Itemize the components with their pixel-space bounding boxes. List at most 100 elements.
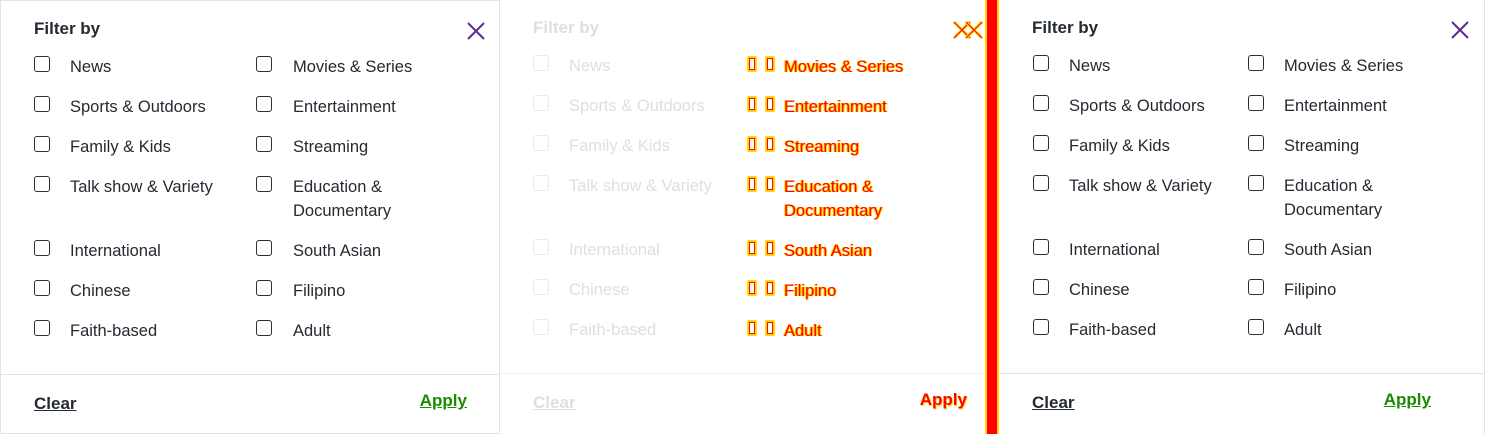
checkbox[interactable] [34, 280, 50, 296]
filter-label: News [1069, 57, 1111, 75]
checkbox[interactable] [533, 239, 549, 255]
checkbox[interactable] [747, 240, 757, 256]
filter-label: News [569, 57, 611, 75]
clear-button[interactable]: Clear [34, 394, 77, 414]
checkbox[interactable] [1033, 55, 1049, 71]
filter-label: News [70, 58, 112, 76]
filter-label: Movies & Series [1284, 57, 1404, 75]
filter-label: Adult [293, 322, 331, 340]
apply-button[interactable]: Apply [920, 390, 967, 410]
filter-label-line2: Documentary [1284, 201, 1383, 219]
filter-label: Entertainment [293, 98, 396, 116]
checkbox[interactable] [533, 319, 549, 335]
checkbox[interactable] [747, 320, 757, 336]
checkbox[interactable] [533, 95, 549, 111]
checkbox[interactable] [533, 135, 549, 151]
filter-label: Movies & Series [784, 58, 904, 76]
filter-label: Education & [784, 178, 873, 196]
checkbox-ghost [765, 240, 775, 256]
checkbox[interactable] [1033, 95, 1049, 111]
checkbox[interactable] [1248, 279, 1264, 295]
checkbox-ghost [765, 176, 775, 192]
clear-button[interactable]: Clear [1032, 393, 1075, 413]
checkbox-ghost [765, 136, 775, 152]
filter-label: Education & [1284, 177, 1373, 195]
checkbox[interactable] [1033, 319, 1049, 335]
checkbox[interactable] [1248, 175, 1264, 191]
checkbox[interactable] [533, 279, 549, 295]
checkbox[interactable] [256, 96, 272, 112]
checkbox[interactable] [256, 320, 272, 336]
filter-label: South Asian [784, 242, 873, 260]
checkbox[interactable] [747, 96, 757, 112]
filter-label: Streaming [1284, 137, 1360, 155]
filter-panel-1: Filter by News Sports & Outdoors Family … [0, 0, 500, 434]
filter-label: Faith-based [70, 322, 158, 340]
filter-label: Family & Kids [70, 138, 171, 156]
checkbox[interactable] [256, 240, 272, 256]
checkbox[interactable] [34, 240, 50, 256]
filter-label: Movies & Series [293, 58, 413, 76]
filter-label: South Asian [293, 242, 382, 260]
checkbox[interactable] [34, 320, 50, 336]
filter-label-line2: Documentary [293, 202, 392, 220]
checkbox[interactable] [1248, 135, 1264, 151]
filter-label: Streaming [293, 138, 369, 156]
apply-button[interactable]: Apply [1384, 390, 1431, 410]
filter-footer: Clear Apply [999, 373, 1484, 435]
filter-label: Talk show & Variety [1069, 177, 1212, 195]
filter-label: Family & Kids [569, 137, 670, 155]
filter-title: Filter by [34, 19, 101, 38]
checkbox[interactable] [1033, 135, 1049, 151]
filter-label: Chinese [70, 282, 131, 300]
filter-label: International [70, 242, 161, 260]
checkbox[interactable] [1248, 55, 1264, 71]
filter-label: Filipino [1284, 281, 1337, 299]
checkbox[interactable] [1248, 239, 1264, 255]
checkbox[interactable] [747, 56, 757, 72]
filter-label: Talk show & Variety [70, 178, 213, 196]
filter-label: Faith-based [569, 321, 657, 339]
checkbox[interactable] [1033, 239, 1049, 255]
highlight-divider [985, 0, 999, 434]
checkbox[interactable] [533, 175, 549, 191]
filter-label: Filipino [784, 282, 837, 300]
filter-label: International [1069, 241, 1160, 259]
checkbox[interactable] [256, 136, 272, 152]
apply-button[interactable]: Apply [420, 391, 467, 411]
checkbox[interactable] [256, 176, 272, 192]
checkbox[interactable] [256, 280, 272, 296]
filter-label: Family & Kids [1069, 137, 1170, 155]
filter-label: Streaming [784, 138, 860, 156]
clear-button[interactable]: Clear [533, 393, 576, 413]
checkbox[interactable] [1033, 175, 1049, 191]
checkbox[interactable] [1033, 279, 1049, 295]
checkbox[interactable] [1248, 319, 1264, 335]
checkbox[interactable] [34, 176, 50, 192]
checkbox[interactable] [34, 56, 50, 72]
filter-panel-2: Filter by News Sports & Outdoors Family … [500, 0, 985, 434]
filter-title: Filter by [1032, 18, 1099, 37]
checkbox-ghost [765, 320, 775, 336]
close-icon[interactable] [466, 21, 486, 41]
checkbox[interactable] [533, 55, 549, 71]
filter-label: International [569, 241, 660, 259]
close-icon[interactable] [952, 20, 986, 40]
close-icon[interactable] [1450, 20, 1470, 40]
filter-label: Sports & Outdoors [569, 97, 705, 115]
filter-label: Chinese [569, 281, 630, 299]
filter-label: Entertainment [1284, 97, 1387, 115]
filter-label: Sports & Outdoors [1069, 97, 1205, 115]
checkbox[interactable] [34, 136, 50, 152]
checkbox-ghost [765, 56, 775, 72]
checkbox[interactable] [747, 176, 757, 192]
checkbox[interactable] [747, 280, 757, 296]
filter-label: Filipino [293, 282, 346, 300]
checkbox[interactable] [34, 96, 50, 112]
checkbox[interactable] [747, 136, 757, 152]
checkbox[interactable] [1248, 95, 1264, 111]
checkbox[interactable] [256, 56, 272, 72]
filter-footer: Clear Apply [500, 373, 985, 435]
filter-label: Sports & Outdoors [70, 98, 206, 116]
filter-panel-3: Filter by News Sports & Outdoors Family … [999, 0, 1485, 434]
